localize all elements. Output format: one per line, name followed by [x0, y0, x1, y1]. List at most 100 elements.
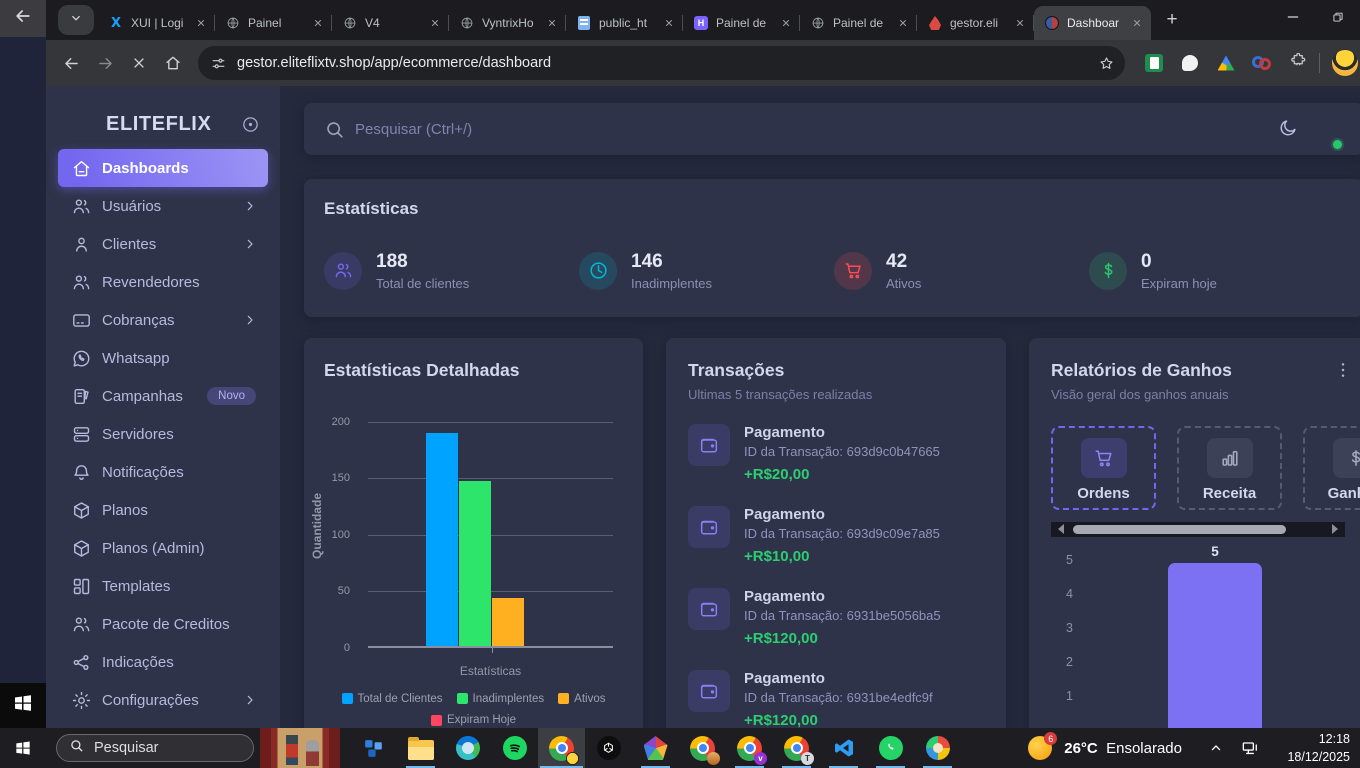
sidebar-item-campanhas[interactable]: CampanhasNovo [58, 377, 268, 415]
taskbar-app-edge-browser[interactable] [444, 728, 491, 768]
taskbar-app-whatsapp-desktop[interactable] [867, 728, 914, 768]
clock[interactable]: 12:18 18/12/2025 [1278, 730, 1350, 766]
tab-close-icon[interactable] [661, 15, 677, 31]
profile-avatar[interactable] [1332, 50, 1358, 76]
network-icon[interactable] [1240, 738, 1260, 758]
sidebar-item-servidores[interactable]: Servidores [58, 415, 268, 453]
tab-title: Painel de [833, 16, 895, 30]
sidebar-item-clientes[interactable]: Clientes [58, 225, 268, 263]
taskbar-app-task-view[interactable] [350, 728, 397, 768]
tab-close-icon[interactable] [895, 15, 911, 31]
taskbar-app-spotify[interactable] [491, 728, 538, 768]
taskbar-search-input[interactable] [94, 740, 224, 756]
sidebar-pin-toggle[interactable] [241, 115, 260, 134]
stat-value: 0 [1141, 251, 1217, 273]
bar-value-label: 5 [1168, 544, 1262, 559]
tab-close-icon[interactable] [310, 15, 326, 31]
taskbar-app-file-explorer[interactable] [397, 728, 444, 768]
chevron-right-icon [242, 312, 258, 328]
sidebar-item-dashboards[interactable]: Dashboards [58, 149, 268, 187]
transaction-row[interactable]: PagamentoID da Transação: 693d9c0b47665+… [688, 424, 984, 483]
sidebar-item-notifica-es[interactable]: Notificações [58, 453, 268, 491]
bookmark-star-icon[interactable] [1098, 55, 1115, 72]
earnings-tab-ordens[interactable]: Ordens [1051, 426, 1156, 510]
taskbar-app-chrome-profile-2[interactable]: v [726, 728, 773, 768]
minimize-button[interactable] [1270, 0, 1315, 38]
extensions-puzzle-icon[interactable] [1287, 52, 1309, 74]
widgets-spotlight-image[interactable] [260, 728, 340, 768]
browser-tab[interactable]: V4 [332, 6, 449, 40]
taskbar-search[interactable] [56, 734, 254, 762]
home-button[interactable] [156, 46, 190, 80]
transaction-id: 693d9c09e7a85 [847, 526, 940, 541]
background-windows-button[interactable] [0, 683, 46, 728]
transaction-row[interactable]: PagamentoID da Transação: 6931be4edfc9f+… [688, 670, 984, 729]
taskbar-app-chatgpt[interactable] [585, 728, 632, 768]
taskbar-app-vscode[interactable] [820, 728, 867, 768]
browser-tab[interactable]: Painel [215, 6, 332, 40]
sidebar-item-whatsapp[interactable]: Whatsapp [58, 339, 268, 377]
taskbar-app-pinwheel-app[interactable] [632, 728, 679, 768]
start-button[interactable] [0, 728, 46, 768]
scroll-left-arrow[interactable] [1058, 524, 1064, 534]
earnings-tab-ganhos[interactable]: Ganhos [1303, 426, 1360, 510]
taskbar-app-chrome-profile-3[interactable]: T [773, 728, 820, 768]
tab-list-button[interactable] [58, 5, 94, 35]
browser-tab[interactable]: public_ht [566, 6, 683, 40]
users-icon [70, 613, 92, 635]
site-settings-icon[interactable] [210, 55, 227, 72]
forward-button[interactable] [88, 46, 122, 80]
link-rings-icon[interactable] [1251, 52, 1273, 74]
sidebar-item-planos-admin-[interactable]: Planos (Admin) [58, 529, 268, 567]
sidebar-item-revendedores[interactable]: Revendedores [58, 263, 268, 301]
new-tab-button[interactable]: + [1157, 5, 1187, 35]
tab-close-icon[interactable] [193, 15, 209, 31]
browser-tab[interactable]: gestor.eli [917, 6, 1034, 40]
transaction-row[interactable]: PagamentoID da Transação: 693d9c09e7a85+… [688, 506, 984, 565]
sidebar-item-pacote-de-creditos[interactable]: Pacote de Creditos [58, 605, 268, 643]
tab-close-icon[interactable] [1012, 15, 1028, 31]
address-bar[interactable]: gestor.eliteflixtv.shop/app/ecommerce/da… [198, 46, 1125, 80]
sidebar-item-label: Pacote de Creditos [102, 616, 258, 633]
tab-close-icon[interactable] [544, 15, 560, 31]
weather-widget[interactable]: 6 26°C Ensolarado [1028, 736, 1182, 760]
sidebar-item-indica-es[interactable]: Indicações [58, 643, 268, 681]
adobe-blob-icon[interactable] [1179, 52, 1201, 74]
sidebar-item-cobran-as[interactable]: Cobranças [58, 301, 268, 339]
taskbar-app-paint[interactable] [914, 728, 961, 768]
tab-close-icon[interactable] [427, 15, 443, 31]
sidebar-item-usu-rios[interactable]: Usuários [58, 187, 268, 225]
legend-item[interactable]: Total de Clientes [342, 689, 443, 709]
browser-tab[interactable]: VyntrixHo [449, 6, 566, 40]
taskbar-app-chrome-active[interactable] [538, 728, 585, 768]
sidebar-item-label: Servidores [102, 426, 258, 443]
transaction-row[interactable]: PagamentoID da Transação: 6931be5056ba5+… [688, 588, 984, 647]
browser-tab[interactable]: XXUI | Logi [98, 6, 215, 40]
browser-tab[interactable]: Dashboar [1034, 6, 1151, 40]
horizontal-scrollbar[interactable] [1051, 522, 1345, 537]
back-button[interactable] [54, 46, 88, 80]
google-drive-icon[interactable] [1215, 52, 1237, 74]
kebab-menu-icon[interactable] [1331, 358, 1355, 382]
sidebar-item-configura-es[interactable]: Configurações [58, 681, 268, 719]
taskbar-app-chrome-profile-1[interactable] [679, 728, 726, 768]
tray-chevron-up-icon[interactable] [1208, 740, 1224, 756]
scroll-right-arrow[interactable] [1332, 524, 1338, 534]
restore-button[interactable] [1315, 0, 1360, 38]
sidebar-item-templates[interactable]: Templates [58, 567, 268, 605]
background-back-button[interactable] [0, 0, 46, 37]
earnings-tab-receita[interactable]: Receita [1177, 426, 1282, 510]
search-input[interactable] [355, 121, 1344, 138]
browser-toolbar: gestor.eliteflixtv.shop/app/ecommerce/da… [46, 40, 1360, 86]
stop-loading-button[interactable] [122, 46, 156, 80]
legend-item[interactable]: Inadimplentes [457, 689, 545, 709]
sheets-xls-icon[interactable] [1143, 52, 1165, 74]
legend-item[interactable]: Ativos [558, 689, 605, 709]
browser-tab[interactable]: Painel de [800, 6, 917, 40]
scrollbar-thumb[interactable] [1073, 525, 1286, 534]
sidebar-item-planos[interactable]: Planos [58, 491, 268, 529]
theme-toggle-moon-icon[interactable] [1277, 118, 1298, 139]
tab-close-icon[interactable] [1129, 15, 1145, 31]
tab-close-icon[interactable] [778, 15, 794, 31]
browser-tab[interactable]: HPainel de [683, 6, 800, 40]
